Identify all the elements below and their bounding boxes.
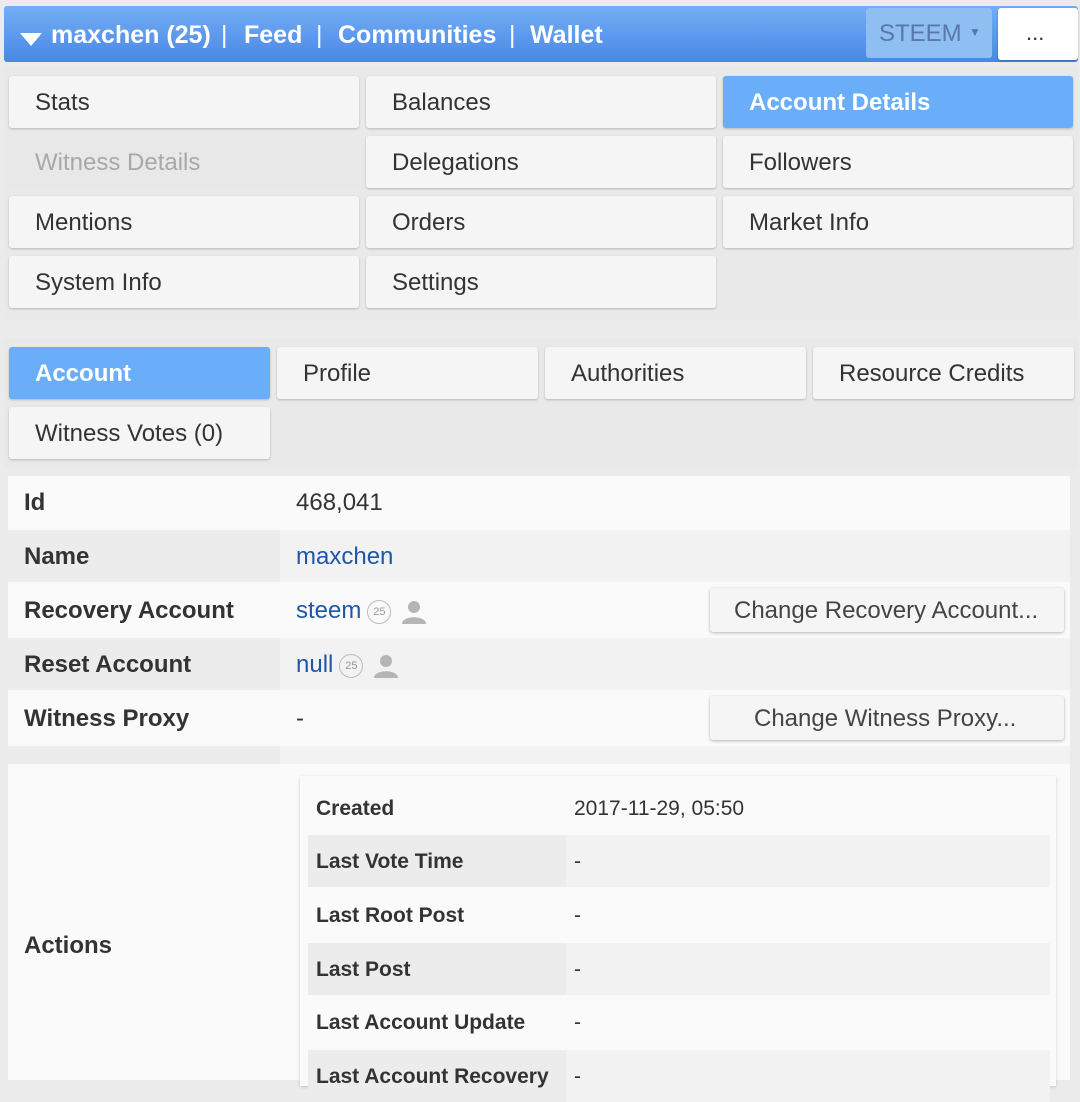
table-row: Last Vote Time -	[308, 835, 1050, 887]
reputation-badge: 25	[367, 599, 392, 624]
row-key: Witness Proxy	[24, 705, 190, 732]
menu-label: Stats	[35, 89, 90, 116]
menu-label: Settings	[392, 269, 479, 296]
menu-market-info[interactable]: Market Info	[723, 196, 1073, 248]
row-key: Created	[316, 797, 395, 820]
tab-witness-votes[interactable]: Witness Votes (0)	[9, 407, 270, 459]
table-row: Witness Proxy - Change Witness Proxy...	[8, 692, 1070, 744]
menu-label: Orders	[392, 209, 466, 236]
menu-label: Witness Details	[35, 149, 201, 176]
row-value: 468,041	[296, 489, 383, 516]
more-button[interactable]: ...	[998, 8, 1078, 60]
button-label: Change Witness Proxy...	[754, 705, 1017, 732]
caret-down-icon: ▼	[969, 25, 981, 39]
reset-account-cell: null 25	[296, 651, 399, 679]
row-key: Last Post	[316, 958, 411, 981]
table-row: Created 2017-11-29, 05:50	[308, 782, 1050, 834]
reputation-badge: 25	[339, 653, 364, 678]
person-icon[interactable]	[373, 654, 399, 678]
recovery-account-cell: steem 25	[296, 597, 427, 625]
tab-label: Resource Credits	[839, 360, 1025, 387]
row-key: Name	[24, 543, 90, 570]
change-recovery-account-button[interactable]: Change Recovery Account...	[710, 588, 1064, 632]
menu-label: Delegations	[392, 149, 519, 176]
menu-followers[interactable]: Followers	[723, 136, 1073, 188]
person-icon[interactable]	[401, 600, 427, 624]
tab-account[interactable]: Account	[9, 347, 270, 399]
row-key: Last Account Update	[316, 1011, 526, 1034]
button-label: Change Recovery Account...	[734, 597, 1039, 624]
menu-account-details[interactable]: Account Details	[723, 76, 1073, 128]
menu-orders[interactable]: Orders	[366, 196, 716, 248]
table-row: Last Post -	[308, 943, 1050, 995]
tab-resource-credits[interactable]: Resource Credits	[813, 347, 1074, 399]
menu-label: Balances	[392, 89, 491, 116]
tab-profile[interactable]: Profile	[277, 347, 538, 399]
row-value: -	[574, 958, 581, 981]
nav-wallet[interactable]: Wallet	[530, 21, 603, 50]
menu-delegations[interactable]: Delegations	[366, 136, 716, 188]
table-row: Last Account Recovery -	[308, 1050, 1050, 1102]
row-key: Actions	[24, 932, 113, 959]
table-row: Reset Account null 25	[8, 638, 1070, 690]
tab-label: Account	[35, 360, 131, 387]
table-row: Last Account Update -	[308, 996, 1050, 1048]
chain-select[interactable]: STEEM ▼	[866, 8, 992, 58]
tab-label: Witness Votes (0)	[35, 420, 224, 447]
menu-balances[interactable]: Balances	[366, 76, 716, 128]
menu-label: Account Details	[749, 89, 931, 116]
account-details-table: Id 468,041 Name maxchen Recovery Account…	[8, 476, 1070, 1102]
row-value: -	[296, 705, 304, 732]
row-key: Recovery Account	[24, 597, 234, 624]
menu-settings[interactable]: Settings	[366, 256, 716, 308]
tab-authorities[interactable]: Authorities	[545, 347, 806, 399]
table-row: Name maxchen	[8, 530, 1070, 582]
actions-table: Created 2017-11-29, 05:50 Last Vote Time…	[300, 776, 1056, 1102]
row-key: Reset Account	[24, 651, 192, 678]
menu-witness-details: Witness Details	[9, 136, 359, 188]
tab-label: Profile	[303, 360, 372, 387]
menu-system-info[interactable]: System Info	[9, 256, 359, 308]
menu-label: Market Info	[749, 209, 870, 236]
change-witness-proxy-button[interactable]: Change Witness Proxy...	[710, 696, 1064, 740]
table-row: Recovery Account steem 25 Change Recovery…	[8, 584, 1070, 636]
row-value: -	[574, 1011, 581, 1034]
table-row	[8, 746, 1070, 764]
nav-separator: |	[221, 21, 228, 49]
row-value: -	[574, 1065, 581, 1088]
menu-mentions[interactable]: Mentions	[9, 196, 359, 248]
nav-feed[interactable]: Feed	[244, 21, 302, 50]
row-value: -	[574, 904, 581, 927]
recovery-account-link[interactable]: steem	[296, 597, 361, 624]
chain-select-label: STEEM	[879, 20, 962, 47]
menu-label: System Info	[35, 269, 162, 296]
menu-label: Followers	[749, 149, 852, 176]
row-key: Id	[24, 489, 46, 516]
nav-separator: |	[509, 21, 516, 49]
reset-account-link[interactable]: null	[296, 651, 333, 678]
row-key: Last Account Recovery	[316, 1065, 549, 1088]
more-button-label: ...	[1026, 20, 1045, 45]
triangle-down-icon[interactable]	[20, 33, 42, 46]
nav-separator: |	[316, 21, 323, 49]
row-value: 2017-11-29, 05:50	[574, 797, 745, 820]
tab-label: Authorities	[571, 360, 685, 387]
table-row: Id 468,041	[8, 476, 1070, 528]
account-name-link[interactable]: maxchen	[296, 543, 393, 571]
top-bar: maxchen (25) | Feed | Communities | Wall…	[4, 6, 1078, 62]
menu-label: Mentions	[35, 209, 133, 236]
menu-stats[interactable]: Stats	[9, 76, 359, 128]
row-key: Last Vote Time	[316, 850, 464, 873]
nav-communities[interactable]: Communities	[338, 21, 496, 50]
row-value: -	[574, 850, 581, 873]
table-row: Last Root Post -	[308, 889, 1050, 941]
account-menu[interactable]: maxchen (25)	[51, 21, 211, 50]
row-key: Last Root Post	[316, 904, 465, 927]
